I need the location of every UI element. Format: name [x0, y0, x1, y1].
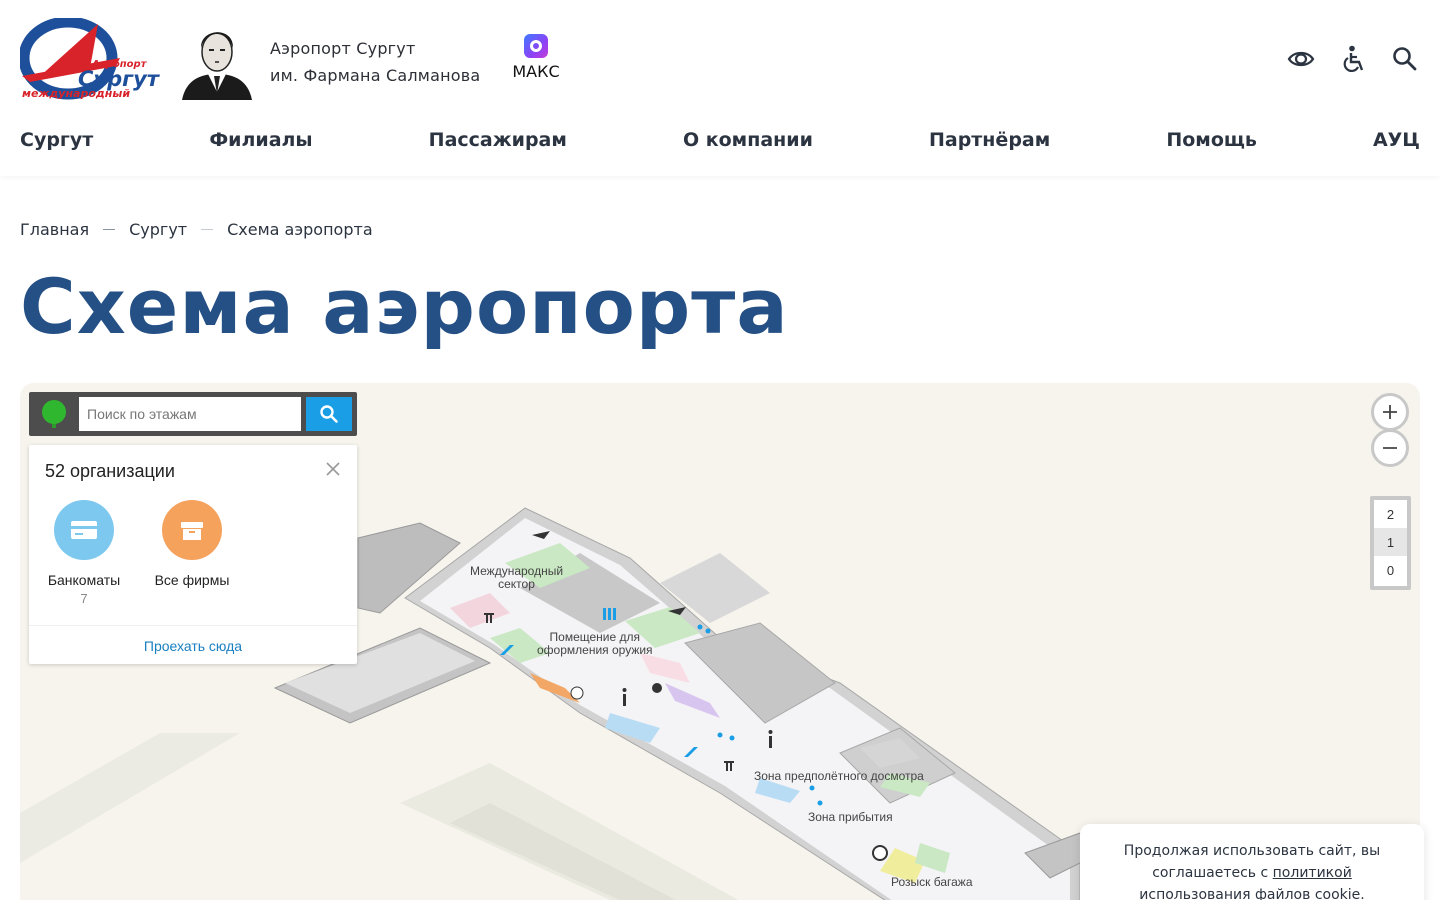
cookie-text-line3: использования файлов cookie.: [1139, 887, 1365, 900]
panel-divider: [29, 625, 357, 626]
map-label-weapons-room[interactable]: Помещение для оформления оружия: [537, 631, 653, 657]
organizations-panel: 52 организации Банкоматы 7 Все фирмы Про…: [29, 445, 357, 664]
nav-item-branches[interactable]: Филиалы: [209, 129, 312, 151]
zoom-out-button[interactable]: [1371, 429, 1409, 467]
cookie-text-line1: Продолжая использовать сайт, вы: [1123, 843, 1381, 859]
map-search-button[interactable]: [306, 397, 352, 431]
page-title: Схема аэропорта: [20, 262, 789, 351]
minus-icon: [1383, 447, 1397, 449]
floor-2[interactable]: 2: [1374, 500, 1407, 528]
category-all-firms[interactable]: Все фирмы: [142, 500, 242, 588]
maks-link[interactable]: МАКС: [504, 34, 568, 81]
map-label-security-zone[interactable]: Зона предполётного досмотра: [754, 770, 924, 783]
floor-1[interactable]: 1: [1374, 528, 1407, 556]
maks-label: МАКС: [512, 62, 560, 81]
cookie-notice: Продолжая использовать сайт, вы соглашае…: [1080, 824, 1424, 900]
cookie-text-line2: соглашаетесь с политикой: [1152, 865, 1352, 881]
category-atms-label: Банкоматы: [47, 572, 121, 588]
category-atms-count: 7: [80, 591, 88, 606]
search-icon: [320, 405, 338, 423]
airport-name: Аэропорт Сургут им. Фармана Салманова: [270, 35, 480, 89]
nav-item-passengers[interactable]: Пассажирам: [429, 129, 567, 151]
airport-logo[interactable]: Аэропорт Сургут международный: [18, 16, 162, 100]
utility-icons: [1286, 44, 1420, 74]
wheelchair-icon[interactable]: [1338, 44, 1368, 74]
map-search-input[interactable]: [79, 397, 301, 431]
logo-text-bottom: международный: [22, 87, 130, 100]
atm-icon: [54, 500, 114, 560]
maks-icon: [524, 34, 548, 58]
nav-item-help[interactable]: Помощь: [1166, 129, 1257, 151]
nav-item-about[interactable]: О компании: [683, 129, 813, 151]
floor-selector: 2 1 0: [1370, 496, 1411, 590]
airport-name-line2: им. Фармана Салманова: [270, 66, 481, 85]
breadcrumb-home[interactable]: Главная: [20, 220, 89, 239]
breadcrumb-separator: [103, 229, 116, 230]
map-search-bar: [29, 392, 357, 436]
eye-icon[interactable]: [1286, 44, 1316, 74]
salmanov-portrait: [182, 20, 252, 100]
nav-item-surgut[interactable]: Сургут: [20, 129, 93, 151]
floor-0[interactable]: 0: [1374, 556, 1407, 584]
box-icon: [162, 500, 222, 560]
map-label-international[interactable]: Международный сектор: [470, 565, 563, 591]
breadcrumb-separator: [201, 229, 214, 230]
search-icon[interactable]: [1390, 44, 1420, 74]
close-icon[interactable]: [323, 459, 343, 479]
site-header: Аэропорт Сургут международный Аэропорт С…: [0, 0, 1440, 176]
airport-map[interactable]: Международный сектор Помещение для оформ…: [20, 383, 1420, 900]
breadcrumb-current: Схема аэропорта: [227, 220, 373, 239]
nav-item-auc[interactable]: АУЦ: [1373, 129, 1420, 151]
tree-icon[interactable]: [39, 399, 69, 429]
cookie-policy-link[interactable]: политикой: [1273, 865, 1352, 881]
breadcrumb: Главная Сургут Схема аэропорта: [20, 220, 373, 239]
plus-icon: [1383, 405, 1397, 419]
nav-item-partners[interactable]: Партнёрам: [929, 129, 1050, 151]
route-here-link[interactable]: Проехать сюда: [29, 638, 357, 654]
category-all-firms-label: Все фирмы: [154, 572, 230, 588]
airport-name-line1: Аэропорт Сургут: [270, 39, 416, 58]
main-nav: Сургут Филиалы Пассажирам О компании Пар…: [20, 129, 1420, 151]
org-count: 52 организации: [45, 461, 175, 481]
map-label-arrival-zone[interactable]: Зона прибытия: [808, 811, 893, 824]
zoom-in-button[interactable]: [1371, 393, 1409, 431]
category-atms[interactable]: Банкоматы 7: [34, 500, 134, 606]
map-label-baggage[interactable]: Розыск багажа: [891, 876, 973, 889]
breadcrumb-surgut[interactable]: Сургут: [129, 220, 187, 239]
